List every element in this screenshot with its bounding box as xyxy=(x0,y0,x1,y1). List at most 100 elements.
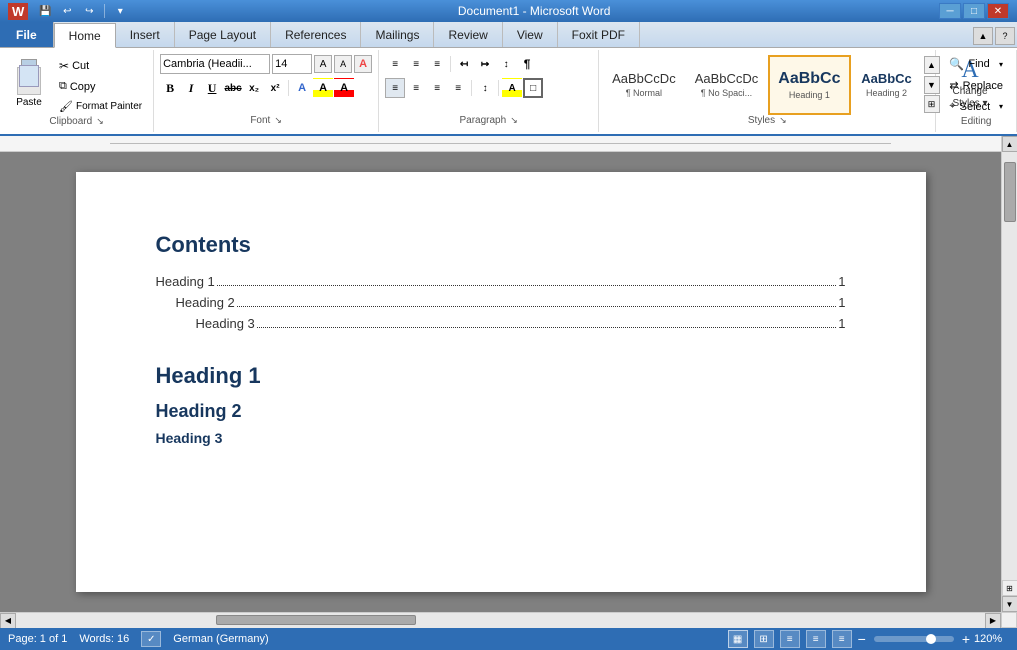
line-spacing-button[interactable]: ↕ xyxy=(475,78,495,98)
tab-references[interactable]: References xyxy=(271,22,361,47)
horizontal-scrollbar: ◀ ▶ xyxy=(0,612,1001,628)
superscript-button[interactable]: x² xyxy=(265,78,285,98)
scroll-thumb[interactable] xyxy=(1004,162,1016,222)
align-left-button[interactable]: ≡ xyxy=(385,78,405,98)
style-heading1-label: Heading 1 xyxy=(789,90,830,100)
tab-page-layout[interactable]: Page Layout xyxy=(175,22,271,47)
tab-home[interactable]: Home xyxy=(54,23,116,48)
paste-button[interactable]: Paste xyxy=(6,54,52,111)
align-right-button[interactable]: ≡ xyxy=(427,78,447,98)
increase-indent-button[interactable]: ↦ xyxy=(475,54,495,74)
style-no-spacing[interactable]: AaBbCcDc ¶ No Spaci... xyxy=(686,55,768,115)
tab-mailings[interactable]: Mailings xyxy=(361,22,434,47)
multilevel-list-button[interactable]: ≡ xyxy=(427,54,447,74)
document-page[interactable]: Contents Heading 1 1 Heading 2 1 Heading… xyxy=(76,172,926,592)
text-highlight-button[interactable]: A xyxy=(313,78,333,98)
italic-button[interactable]: I xyxy=(181,78,201,98)
decrease-indent-button[interactable]: ↤ xyxy=(454,54,474,74)
paragraph-bottom-row: ≡ ≡ ≡ ≡ ↕ A □ xyxy=(385,78,543,98)
font-format-row: B I U abc x₂ x² A A A xyxy=(160,78,354,98)
cut-button[interactable]: ✂ Cut xyxy=(54,56,147,76)
ribbon-group-paragraph: ≡ ≡ ≡ ↤ ↦ ↕ ¶ ≡ ≡ ≡ ≡ ↕ A □ Para xyxy=(379,50,599,132)
align-center-button[interactable]: ≡ xyxy=(406,78,426,98)
bullets-button[interactable]: ≡ xyxy=(385,54,405,74)
heading3-content[interactable]: Heading 3 xyxy=(156,430,846,446)
scroll-up-button[interactable]: ▲ xyxy=(1002,136,1017,152)
show-formatting-button[interactable]: ¶ xyxy=(517,54,537,74)
ribbon-collapse-button[interactable]: ▲ xyxy=(973,27,993,45)
font-grow-button[interactable]: A xyxy=(314,55,332,73)
numbering-button[interactable]: ≡ xyxy=(406,54,426,74)
tab-file[interactable]: File xyxy=(0,22,54,47)
font-size-input[interactable] xyxy=(272,54,312,74)
replace-button[interactable]: ⇄ Replace xyxy=(942,76,1010,95)
quick-customize[interactable]: ▾ xyxy=(111,3,129,19)
maximize-button[interactable]: □ xyxy=(963,3,985,19)
shading-button[interactable]: A xyxy=(502,78,522,98)
quick-redo[interactable]: ↪ xyxy=(80,3,98,19)
web-layout-view[interactable]: ≡ xyxy=(780,630,800,648)
full-screen-view[interactable]: ⊞ xyxy=(754,630,774,648)
font-expand-icon[interactable]: ↘ xyxy=(274,115,282,126)
quick-undo[interactable]: ↩ xyxy=(58,3,76,19)
scroll-right-button[interactable]: ▶ xyxy=(985,613,1001,629)
h-scroll-thumb[interactable] xyxy=(216,615,416,625)
sort-button[interactable]: ↕ xyxy=(496,54,516,74)
format-painter-button[interactable]: 🖌 Format Painter xyxy=(54,97,147,116)
text-effects-button[interactable]: A xyxy=(292,78,312,98)
toc-entry-3-text: Heading 3 xyxy=(196,316,255,331)
style-heading2[interactable]: AaBbCc Heading 2 xyxy=(852,55,922,115)
zoom-slider[interactable] xyxy=(874,636,954,642)
scroll-left-button[interactable]: ◀ xyxy=(0,613,16,629)
borders-button[interactable]: □ xyxy=(523,78,543,98)
zoom-thumb[interactable] xyxy=(926,634,936,644)
style-heading1-preview: AaBbCc xyxy=(778,70,840,88)
justify-button[interactable]: ≡ xyxy=(448,78,468,98)
style-heading1[interactable]: AaBbCc Heading 1 xyxy=(768,55,850,115)
copy-button[interactable]: ⧉ Copy xyxy=(54,77,147,96)
subscript-button[interactable]: x₂ xyxy=(244,78,264,98)
toc-entry-2: Heading 2 1 xyxy=(156,295,846,310)
paragraph-expand-icon[interactable]: ↘ xyxy=(510,115,518,126)
heading2-content[interactable]: Heading 2 xyxy=(156,401,846,422)
view-options-button[interactable]: ⊞ xyxy=(1002,580,1017,596)
help-button[interactable]: ? xyxy=(995,27,1015,45)
clipboard-expand-icon[interactable]: ↘ xyxy=(96,116,104,127)
scroll-down-button[interactable]: ▼ xyxy=(1002,596,1017,612)
minimize-button[interactable]: ─ xyxy=(939,3,961,19)
select-button[interactable]: ⌖ Select ▾ xyxy=(942,97,1010,116)
outline-view[interactable]: ≡ xyxy=(806,630,826,648)
draft-view[interactable]: ≡ xyxy=(832,630,852,648)
toc-entry-2-text: Heading 2 xyxy=(176,295,235,310)
tab-insert[interactable]: Insert xyxy=(116,22,175,47)
spell-check-icon[interactable]: ✓ xyxy=(141,631,161,647)
status-right: ▦ ⊞ ≡ ≡ ≡ − + 120% xyxy=(728,630,1009,648)
scroll-track[interactable] xyxy=(1002,152,1017,580)
close-button[interactable]: ✕ xyxy=(987,3,1009,19)
styles-expand-icon[interactable]: ↘ xyxy=(779,115,787,126)
toc-entry-1-text: Heading 1 xyxy=(156,274,215,289)
bold-button[interactable]: B xyxy=(160,78,180,98)
zoom-in-button[interactable]: + xyxy=(962,631,970,647)
tab-review[interactable]: Review xyxy=(434,22,502,47)
clipboard-small-buttons: ✂ Cut ⧉ Copy 🖌 Format Painter xyxy=(54,54,147,116)
quick-save[interactable]: 💾 xyxy=(36,3,54,19)
document-scroll-area[interactable]: Contents Heading 1 1 Heading 2 1 Heading… xyxy=(0,136,1001,612)
tab-foxit[interactable]: Foxit PDF xyxy=(558,22,640,47)
clear-formatting-button[interactable]: A xyxy=(354,55,372,73)
toc-entry-1: Heading 1 1 xyxy=(156,274,846,289)
font-name-input[interactable] xyxy=(160,54,270,74)
h-scroll-track[interactable] xyxy=(16,613,985,629)
style-normal[interactable]: AaBbCcDc ¶ Normal xyxy=(603,55,685,115)
strikethrough-button[interactable]: abc xyxy=(223,78,243,98)
page-count: Page: 1 of 1 xyxy=(8,633,67,645)
font-color-button[interactable]: A xyxy=(334,78,354,98)
heading1-content[interactable]: Heading 1 xyxy=(156,363,846,389)
font-shrink-button[interactable]: A xyxy=(334,55,352,73)
zoom-out-button[interactable]: − xyxy=(858,631,866,647)
underline-button[interactable]: U xyxy=(202,78,222,98)
print-layout-view[interactable]: ▦ xyxy=(728,630,748,648)
editing-controls: 🔍 Find ▾ ⇄ Replace ⌖ Select ▾ xyxy=(942,54,1010,116)
tab-view[interactable]: View xyxy=(503,22,558,47)
find-button[interactable]: 🔍 Find ▾ xyxy=(942,54,1010,74)
